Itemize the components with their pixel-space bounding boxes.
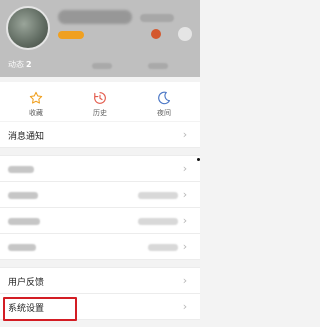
- quick-action-night-mode[interactable]: 夜间: [144, 82, 184, 121]
- avatar[interactable]: [6, 6, 50, 50]
- stat-label: 动态: [8, 60, 24, 69]
- blurred-username: [58, 10, 132, 24]
- notification-icon[interactable]: [151, 29, 161, 39]
- stat-dynamics[interactable]: 动态 2: [8, 59, 32, 70]
- moon-icon: [155, 89, 173, 107]
- row-blurred-2[interactable]: ›: [0, 182, 200, 208]
- row-blurred-4[interactable]: ›: [0, 234, 200, 260]
- section-gap: [0, 148, 200, 156]
- profile-stats: 动态 2: [0, 52, 200, 77]
- side-indicator-dot: [197, 158, 200, 161]
- profile-header: 动态 2: [0, 0, 200, 77]
- quick-action-label: 夜间: [157, 109, 171, 117]
- star-icon: [27, 89, 45, 107]
- row-label: 消息通知: [8, 132, 45, 142]
- row-blurred-1[interactable]: ›: [0, 156, 200, 182]
- quick-actions: 收藏 历史 夜间: [0, 82, 200, 121]
- row-user-feedback[interactable]: 用户反馈 ›: [0, 268, 200, 294]
- chevron-right-icon: ›: [182, 214, 188, 227]
- blurred-label: [8, 192, 38, 199]
- row-system-settings[interactable]: 系统设置 ›: [0, 294, 200, 320]
- chevron-right-icon: ›: [182, 162, 188, 175]
- chevron-right-icon: ›: [182, 128, 188, 141]
- quick-action-history[interactable]: 历史: [80, 82, 120, 121]
- chevron-right-icon: ›: [182, 188, 188, 201]
- history-clock-icon: [91, 89, 109, 107]
- quick-action-label: 收藏: [29, 109, 43, 117]
- stat-value: 2: [26, 60, 32, 69]
- blurred-header-text: [140, 14, 174, 22]
- quick-action-label: 历史: [93, 109, 107, 117]
- blurred-value: [138, 218, 178, 225]
- row-blurred-3[interactable]: ›: [0, 208, 200, 234]
- blurred-stat: [148, 63, 168, 69]
- chevron-right-icon: ›: [182, 240, 188, 253]
- section-gap: [0, 260, 200, 268]
- blurred-value: [138, 192, 178, 199]
- blurred-stat: [92, 63, 112, 69]
- message-icon[interactable]: [178, 27, 192, 41]
- quick-action-favorites[interactable]: 收藏: [16, 82, 56, 121]
- row-message-notifications[interactable]: 消息通知 ›: [0, 122, 200, 148]
- chevron-right-icon: ›: [182, 274, 188, 287]
- row-label: 系统设置: [8, 304, 45, 314]
- row-label: 用户反馈: [8, 278, 45, 288]
- blurred-value: [148, 244, 178, 251]
- user-badge: [58, 31, 84, 39]
- blurred-label: [8, 218, 40, 225]
- blurred-label: [8, 244, 36, 251]
- settings-list: 消息通知 › › › › › 用户反馈 › 系统设置 ›: [0, 122, 200, 320]
- chevron-right-icon: ›: [182, 300, 188, 313]
- blurred-label: [8, 166, 34, 173]
